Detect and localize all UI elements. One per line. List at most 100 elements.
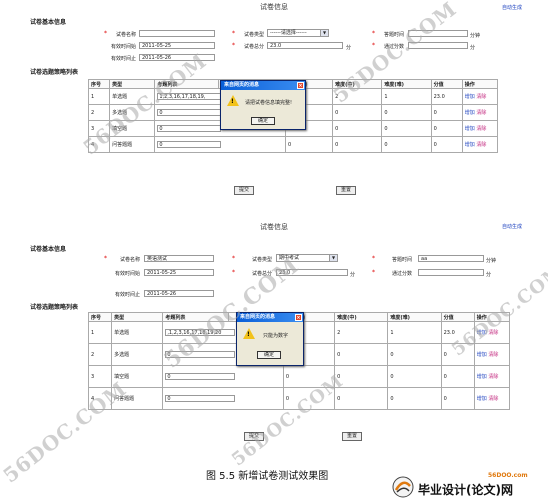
col-type: 类型 [111, 312, 164, 322]
row-easy: 0 [284, 136, 334, 153]
answer-time-input[interactable]: aa [418, 255, 484, 262]
col-score: 分值 [430, 79, 463, 89]
start-date-input[interactable]: 2011-05-25 [139, 42, 215, 49]
reset-button[interactable]: 重置 [336, 186, 356, 195]
logo-text: 毕业设计(论文)网 [418, 483, 513, 497]
row-score: 23.0 [430, 88, 463, 105]
required-star: * [372, 255, 375, 262]
row-no: 1 [87, 321, 113, 344]
required-star: * [372, 269, 375, 276]
dialog-ok-button[interactable]: 确定 [251, 117, 275, 125]
col-no: 序号 [87, 79, 111, 89]
site-logo: 56DOO.com 毕业设计(论文)网 [392, 472, 542, 500]
add-link[interactable]: 增加 [465, 126, 475, 132]
add-link[interactable]: 增加 [477, 374, 487, 380]
paper-type-select[interactable]: ------请选择------ ▼ [267, 29, 329, 37]
dialog-title: 来自网页的消息 [224, 82, 260, 88]
basic-info-heading: 试卷基本信息 [30, 19, 67, 26]
paper-name-input[interactable]: 英语测试 [144, 255, 214, 262]
end-date-input[interactable]: 2011-05-26 [144, 290, 214, 297]
logo-emblem-icon [392, 476, 414, 498]
required-star: * [232, 269, 235, 276]
panel-top: 试卷信息 自动生成 试卷基本信息 * 试卷名称 * 试卷类型 ------请选择… [4, 0, 544, 196]
clear-link[interactable]: 清除 [476, 110, 486, 116]
dialog-titlebar: 来自网页的消息 × [221, 81, 305, 90]
start-date-label: 有效时间始 [110, 44, 136, 50]
close-icon[interactable]: × [295, 314, 302, 321]
row-hard: 1 [387, 321, 442, 344]
answer-time-unit: 分钟 [470, 33, 481, 39]
row-hard: 0 [381, 104, 432, 121]
reset-button[interactable]: 重置 [342, 432, 362, 441]
row-hard: 0 [387, 365, 442, 388]
start-date-input[interactable]: 2011-05-25 [144, 269, 214, 276]
pass-score-unit: 分 [470, 45, 476, 51]
row-no: 2 [87, 343, 113, 366]
total-score-input[interactable]: 23.0 [267, 42, 343, 49]
clear-link[interactable]: 清除 [476, 94, 486, 100]
dialog-ok-button[interactable]: 确定 [257, 351, 281, 359]
warning-icon: ! [243, 328, 255, 339]
paper-name-input[interactable] [139, 30, 215, 37]
row-hard: 0 [381, 136, 432, 153]
row-hard: 0 [387, 387, 442, 410]
question-list-input[interactable]: 0 [157, 141, 222, 148]
row-medium: 0 [332, 104, 383, 121]
page-title: 试卷信息 [260, 223, 288, 231]
row-hard: 1 [381, 88, 432, 105]
total-score-unit: 分 [346, 45, 352, 51]
row-hard: 0 [381, 120, 432, 137]
paper-name-label: 试卷名称 [119, 257, 140, 263]
row-score: 0 [430, 136, 463, 153]
add-link[interactable]: 增加 [477, 352, 487, 358]
question-list-input[interactable]: 0 [165, 395, 236, 402]
strategy-heading: 试卷选题策略列表 [30, 304, 79, 311]
pass-score-input[interactable] [418, 269, 484, 276]
clear-link[interactable]: 清除 [488, 396, 498, 402]
add-link[interactable]: 增加 [465, 142, 475, 148]
submit-button[interactable]: 提交 [234, 186, 254, 195]
figure-caption: 图 5.5 新增试卷测试效果图 [206, 471, 329, 482]
paper-type-label: 试卷类型 [251, 257, 272, 263]
auto-generate-link[interactable]: 自动生成 [502, 223, 522, 230]
auto-generate-link[interactable]: 自动生成 [502, 4, 522, 11]
chevron-down-icon[interactable]: ▼ [329, 255, 337, 261]
col-hard: 难度(难) [381, 79, 432, 89]
col-action: 操作 [461, 79, 499, 89]
clear-link[interactable]: 清除 [476, 126, 486, 132]
question-list-input[interactable]: 0 [157, 109, 222, 116]
logo-domain: 56DOO.com [488, 472, 528, 479]
row-score: 0 [430, 104, 463, 121]
question-list-input[interactable]: 0 [165, 373, 236, 380]
row-score: 0 [430, 120, 463, 137]
table-row: 4 问答题题 0 0 0 0 0 增加 清除 [87, 136, 499, 153]
start-date-label: 有效时间始 [114, 271, 140, 277]
pass-score-unit: 分 [486, 272, 492, 278]
dialog-message: 请把试卷信息填完整! [245, 100, 293, 106]
row-type: 多选题 [111, 343, 164, 366]
clear-link[interactable]: 清除 [488, 374, 498, 380]
clear-link[interactable]: 清除 [488, 352, 498, 358]
answer-time-unit: 分钟 [486, 258, 497, 264]
add-link[interactable]: 增加 [477, 396, 487, 402]
end-date-label: 有效时间止 [110, 56, 136, 62]
answer-time-label: 答题时间 [391, 257, 412, 263]
row-score: 0 [440, 365, 475, 388]
add-link[interactable]: 增加 [465, 94, 475, 100]
alert-dialog: 来自网页的消息 × ! 只能为数字 确定 [236, 312, 304, 366]
clear-link[interactable]: 清除 [476, 142, 486, 148]
strategy-heading: 试卷选题策略列表 [30, 69, 79, 76]
col-score: 分值 [440, 312, 475, 322]
col-medium: 难度(中) [334, 312, 389, 322]
total-score-label: 试卷总分 [243, 44, 264, 50]
required-star: * [232, 255, 235, 262]
close-icon[interactable]: × [297, 82, 304, 89]
question-list-input[interactable]: 0 [157, 125, 222, 132]
add-link[interactable]: 增加 [465, 110, 475, 116]
row-type: 单选题 [111, 321, 164, 344]
row-medium: 0 [332, 136, 383, 153]
row-score: 0 [440, 387, 475, 410]
end-date-label: 有效时间止 [114, 292, 140, 298]
warning-icon: ! [227, 95, 239, 106]
chevron-down-icon[interactable]: ▼ [320, 30, 328, 36]
